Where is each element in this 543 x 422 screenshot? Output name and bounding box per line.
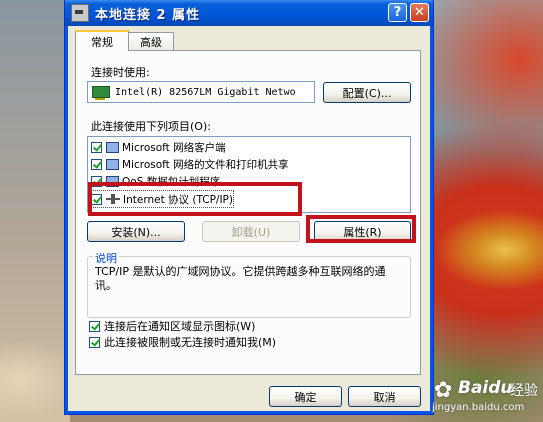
watermark-suffix: 经验 <box>510 383 538 399</box>
baidu-watermark: ✿ Baidu 经验 jingyan.baidu.com <box>430 376 543 422</box>
title-bar[interactable]: 本地连接 2 属性 ? ✕ <box>65 0 433 26</box>
watermark-brand: Baidu <box>458 378 513 398</box>
highlight-properties-button <box>306 215 416 243</box>
connect-using-label: 连接时使用: <box>91 66 150 79</box>
ok-button[interactable]: 确定 <box>269 386 342 407</box>
checkbox-file-sharing[interactable] <box>91 158 102 170</box>
option-show-icon[interactable]: 连接后在通知区域显示图标(W) <box>89 318 255 334</box>
network-adapter-icon <box>92 86 110 100</box>
watermark-url: jingyan.baidu.com <box>432 402 525 413</box>
description-legend: 说明 <box>93 250 119 266</box>
computer-icon <box>106 158 119 170</box>
cancel-button[interactable]: 取消 <box>348 386 421 407</box>
tab-general[interactable]: 常规 <box>75 30 129 51</box>
item-label: Microsoft 网络客户端 <box>122 141 226 154</box>
network-connection-icon <box>71 4 89 22</box>
list-item[interactable]: Microsoft 网络客户端 <box>91 139 226 155</box>
description-text: TCP/IP 是默认的广域网协议。它提供跨越多种互联网络的通讯。 <box>95 265 386 292</box>
components-label: 此连接使用下列项目(O): <box>91 120 211 133</box>
checkbox-show-icon[interactable] <box>89 320 100 332</box>
close-button[interactable]: ✕ <box>410 3 429 22</box>
computer-icon <box>106 141 119 153</box>
option-label: 此连接被限制或无连接时通知我(M) <box>104 336 277 349</box>
paw-icon: ✿ <box>434 378 453 403</box>
tab-advanced[interactable]: 高级 <box>128 32 174 50</box>
install-button[interactable]: 安装(N)... <box>87 221 185 242</box>
configure-button[interactable]: 配置(C)... <box>323 82 411 103</box>
help-button[interactable]: ? <box>388 3 407 22</box>
adapter-name-field: Intel(R) 82567LM Gigabit Netwo <box>87 81 315 103</box>
option-label: 连接后在通知区域显示图标(W) <box>104 320 256 333</box>
uninstall-button[interactable]: 卸载(U) <box>202 221 300 242</box>
checkbox-client[interactable] <box>91 141 102 153</box>
desktop-wallpaper-left <box>0 0 70 422</box>
highlight-tcpip-item <box>88 182 302 216</box>
item-label: Microsoft 网络的文件和打印机共享 <box>122 158 289 171</box>
option-notify[interactable]: 此连接被限制或无连接时通知我(M) <box>89 334 276 350</box>
list-item[interactable]: Microsoft 网络的文件和打印机共享 <box>91 156 289 172</box>
checkbox-notify[interactable] <box>89 336 100 348</box>
adapter-name: Intel(R) 82567LM Gigabit Netwo <box>115 86 296 98</box>
window-title: 本地连接 2 属性 <box>95 7 201 23</box>
